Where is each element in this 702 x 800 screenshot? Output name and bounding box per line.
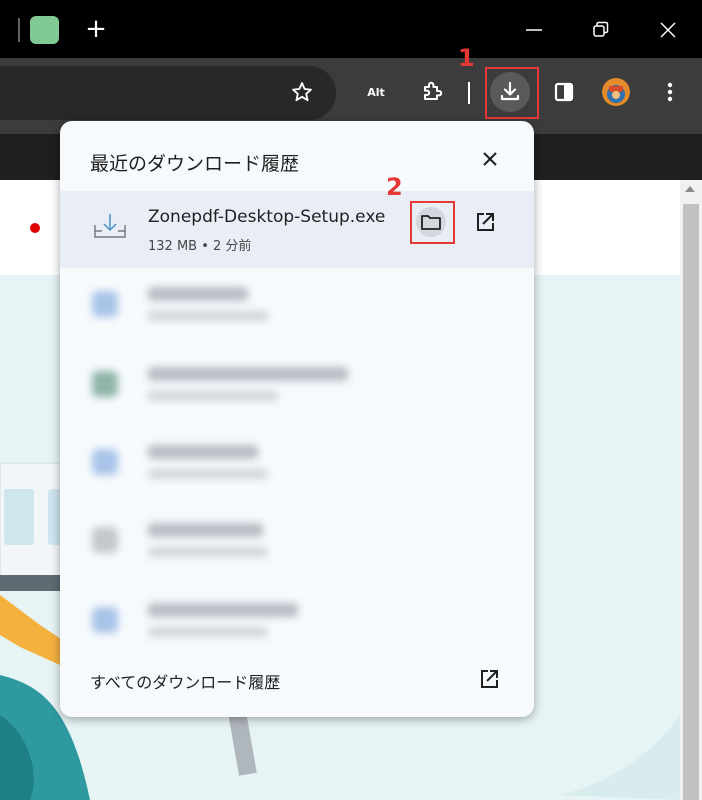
download-item-obscured[interactable] <box>60 349 534 419</box>
menu-button[interactable] <box>650 72 690 112</box>
all-downloads-link[interactable]: すべてのダウンロード履歴 <box>90 669 280 693</box>
minimize-button[interactable] <box>520 16 548 44</box>
file-download-icon <box>94 214 126 238</box>
close-icon <box>483 152 497 166</box>
step-2-label: 2 <box>386 173 403 201</box>
obscured-meta <box>148 391 278 401</box>
obscured-filename <box>148 287 248 301</box>
alt-text-button[interactable]: Alt <box>356 72 396 112</box>
download-item-obscured[interactable] <box>60 585 534 655</box>
page-red-dot <box>30 223 40 233</box>
star-icon <box>292 82 312 102</box>
obscured-meta <box>148 469 268 479</box>
downloads-panel: 最近のダウンロード履歴 Zonepdf-Desktop-Setup.exe 13… <box>60 121 534 717</box>
obscured-filename <box>148 523 263 537</box>
scroll-thumb[interactable] <box>683 204 699 800</box>
tab-favicon[interactable] <box>30 16 59 44</box>
obscured-filename <box>148 445 258 459</box>
download-filename: Zonepdf-Desktop-Setup.exe <box>148 207 386 227</box>
side-panel-icon <box>554 82 574 102</box>
file-icon <box>92 371 118 397</box>
download-item[interactable]: Zonepdf-Desktop-Setup.exe 132 MB • 2 分前 <box>60 191 534 268</box>
open-downloads-page-button[interactable] <box>474 664 504 694</box>
side-panel-button[interactable] <box>544 72 584 112</box>
restore-icon <box>593 21 609 37</box>
minimize-icon <box>526 29 542 31</box>
obscured-filename <box>148 603 298 617</box>
title-bar: + <box>0 0 702 58</box>
scroll-up-arrow-icon[interactable] <box>685 186 695 192</box>
toolbar-separator <box>468 82 470 104</box>
restore-button[interactable] <box>586 16 614 44</box>
profile-avatar[interactable] <box>596 72 636 112</box>
avatar-icon <box>602 78 630 106</box>
download-item-obscured[interactable] <box>60 505 534 575</box>
open-external-icon <box>477 213 494 231</box>
obscured-filename <box>148 367 348 381</box>
download-item-obscured[interactable] <box>60 269 534 339</box>
file-icon <box>92 527 118 553</box>
open-external-icon <box>481 670 498 688</box>
file-icon <box>92 607 118 633</box>
puzzle-icon <box>424 81 443 100</box>
highlight-downloads-button <box>485 67 539 119</box>
highlight-folder-button <box>410 201 455 244</box>
alt-label: Alt <box>367 85 385 99</box>
close-icon <box>660 22 676 38</box>
file-icon <box>92 291 118 317</box>
extensions-button[interactable] <box>412 72 452 112</box>
open-file-button[interactable] <box>470 207 500 237</box>
tab-separator <box>18 18 20 42</box>
more-vert-icon <box>667 82 673 102</box>
obscured-meta <box>148 627 268 637</box>
bookmark-star-button[interactable] <box>282 72 322 112</box>
download-item-obscured[interactable] <box>60 427 534 497</box>
obscured-meta <box>148 547 268 557</box>
panel-close-button[interactable] <box>476 145 504 173</box>
obscured-meta <box>148 311 268 321</box>
new-tab-button[interactable]: + <box>82 14 110 44</box>
file-icon <box>92 449 118 475</box>
close-window-button[interactable] <box>654 16 682 44</box>
panel-title: 最近のダウンロード履歴 <box>90 153 300 175</box>
download-meta: 132 MB • 2 分前 <box>148 239 252 254</box>
step-1-label: 1 <box>458 44 475 72</box>
